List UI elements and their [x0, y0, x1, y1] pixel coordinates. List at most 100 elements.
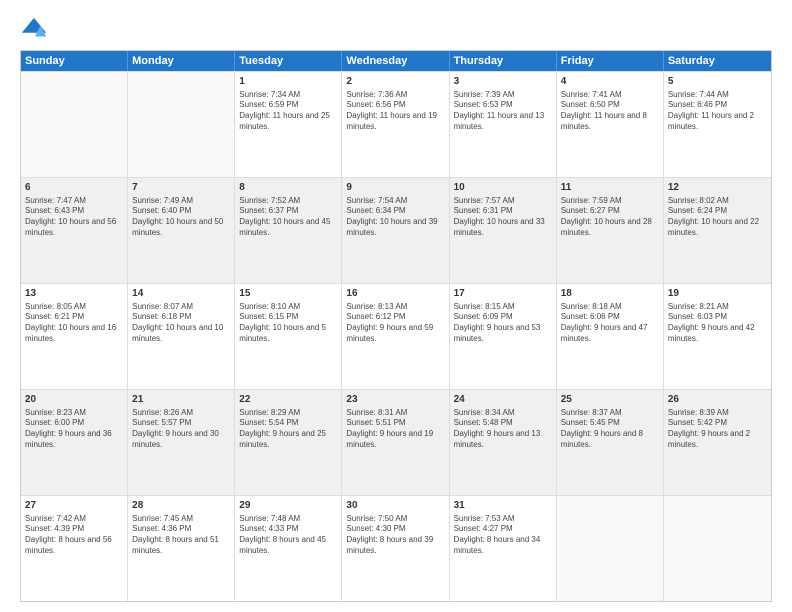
logo: [20, 16, 50, 44]
cell-text: Sunrise: 8:34 AM: [454, 408, 552, 419]
cal-cell: [664, 496, 771, 601]
cell-text: Daylight: 10 hours and 45 minutes.: [239, 217, 337, 239]
cal-cell: 22Sunrise: 8:29 AMSunset: 5:54 PMDayligh…: [235, 390, 342, 495]
day-number: 21: [132, 393, 230, 407]
cell-text: Sunset: 6:34 PM: [346, 206, 444, 217]
cell-text: Daylight: 8 hours and 39 minutes.: [346, 535, 444, 557]
cell-text: Sunset: 6:03 PM: [668, 312, 767, 323]
cal-cell: 5Sunrise: 7:44 AMSunset: 6:46 PMDaylight…: [664, 72, 771, 177]
cell-text: Daylight: 11 hours and 13 minutes.: [454, 111, 552, 133]
cell-text: Sunrise: 8:10 AM: [239, 302, 337, 313]
day-number: 27: [25, 499, 123, 513]
cell-text: Sunset: 5:57 PM: [132, 418, 230, 429]
cell-text: Sunrise: 7:42 AM: [25, 514, 123, 525]
cal-cell: 17Sunrise: 8:15 AMSunset: 6:09 PMDayligh…: [450, 284, 557, 389]
cell-text: Daylight: 9 hours and 59 minutes.: [346, 323, 444, 345]
cal-header-day: Sunday: [21, 51, 128, 71]
day-number: 6: [25, 181, 123, 195]
cell-text: Daylight: 10 hours and 5 minutes.: [239, 323, 337, 345]
cell-text: Daylight: 9 hours and 53 minutes.: [454, 323, 552, 345]
day-number: 9: [346, 181, 444, 195]
cal-cell: 26Sunrise: 8:39 AMSunset: 5:42 PMDayligh…: [664, 390, 771, 495]
day-number: 5: [668, 75, 767, 89]
day-number: 23: [346, 393, 444, 407]
cell-text: Sunset: 6:43 PM: [25, 206, 123, 217]
cell-text: Sunset: 6:12 PM: [346, 312, 444, 323]
cal-cell: 9Sunrise: 7:54 AMSunset: 6:34 PMDaylight…: [342, 178, 449, 283]
cal-week: 1Sunrise: 7:34 AMSunset: 6:59 PMDaylight…: [21, 71, 771, 177]
cell-text: Sunrise: 7:39 AM: [454, 90, 552, 101]
cell-text: Daylight: 9 hours and 47 minutes.: [561, 323, 659, 345]
cell-text: Sunrise: 7:49 AM: [132, 196, 230, 207]
cal-cell: 24Sunrise: 8:34 AMSunset: 5:48 PMDayligh…: [450, 390, 557, 495]
cell-text: Daylight: 10 hours and 22 minutes.: [668, 217, 767, 239]
cell-text: Daylight: 10 hours and 10 minutes.: [132, 323, 230, 345]
cell-text: Sunrise: 7:44 AM: [668, 90, 767, 101]
cal-cell: 20Sunrise: 8:23 AMSunset: 6:00 PMDayligh…: [21, 390, 128, 495]
cell-text: Sunset: 6:56 PM: [346, 100, 444, 111]
cal-cell: 21Sunrise: 8:26 AMSunset: 5:57 PMDayligh…: [128, 390, 235, 495]
cal-cell: 15Sunrise: 8:10 AMSunset: 6:15 PMDayligh…: [235, 284, 342, 389]
day-number: 31: [454, 499, 552, 513]
cell-text: Daylight: 11 hours and 25 minutes.: [239, 111, 337, 133]
cell-text: Sunset: 5:45 PM: [561, 418, 659, 429]
cell-text: Sunset: 6:24 PM: [668, 206, 767, 217]
cal-cell: 27Sunrise: 7:42 AMSunset: 4:39 PMDayligh…: [21, 496, 128, 601]
calendar-body: 1Sunrise: 7:34 AMSunset: 6:59 PMDaylight…: [21, 71, 771, 601]
day-number: 20: [25, 393, 123, 407]
cal-week: 27Sunrise: 7:42 AMSunset: 4:39 PMDayligh…: [21, 495, 771, 601]
cell-text: Sunrise: 8:39 AM: [668, 408, 767, 419]
cell-text: Daylight: 9 hours and 42 minutes.: [668, 323, 767, 345]
cell-text: Sunrise: 7:36 AM: [346, 90, 444, 101]
cell-text: Sunset: 6:27 PM: [561, 206, 659, 217]
page: SundayMondayTuesdayWednesdayThursdayFrid…: [0, 0, 792, 612]
day-number: 18: [561, 287, 659, 301]
cell-text: Sunrise: 8:13 AM: [346, 302, 444, 313]
cal-cell: 25Sunrise: 8:37 AMSunset: 5:45 PMDayligh…: [557, 390, 664, 495]
cal-header-day: Monday: [128, 51, 235, 71]
cell-text: Daylight: 11 hours and 19 minutes.: [346, 111, 444, 133]
cell-text: Sunrise: 7:53 AM: [454, 514, 552, 525]
cal-cell: 29Sunrise: 7:48 AMSunset: 4:33 PMDayligh…: [235, 496, 342, 601]
cell-text: Sunrise: 7:34 AM: [239, 90, 337, 101]
cell-text: Sunset: 4:33 PM: [239, 524, 337, 535]
day-number: 30: [346, 499, 444, 513]
cell-text: Sunset: 5:42 PM: [668, 418, 767, 429]
cal-week: 20Sunrise: 8:23 AMSunset: 6:00 PMDayligh…: [21, 389, 771, 495]
cell-text: Daylight: 9 hours and 19 minutes.: [346, 429, 444, 451]
cell-text: Sunrise: 8:18 AM: [561, 302, 659, 313]
cell-text: Sunrise: 8:21 AM: [668, 302, 767, 313]
day-number: 24: [454, 393, 552, 407]
day-number: 10: [454, 181, 552, 195]
cell-text: Sunset: 6:50 PM: [561, 100, 659, 111]
cell-text: Sunrise: 7:45 AM: [132, 514, 230, 525]
cal-cell: 16Sunrise: 8:13 AMSunset: 6:12 PMDayligh…: [342, 284, 449, 389]
cell-text: Sunset: 4:39 PM: [25, 524, 123, 535]
header: [20, 16, 772, 44]
cal-week: 13Sunrise: 8:05 AMSunset: 6:21 PMDayligh…: [21, 283, 771, 389]
cal-cell: [557, 496, 664, 601]
calendar: SundayMondayTuesdayWednesdayThursdayFrid…: [20, 50, 772, 602]
cell-text: Sunrise: 7:57 AM: [454, 196, 552, 207]
cell-text: Sunrise: 7:50 AM: [346, 514, 444, 525]
cell-text: Sunrise: 7:54 AM: [346, 196, 444, 207]
cal-cell: 11Sunrise: 7:59 AMSunset: 6:27 PMDayligh…: [557, 178, 664, 283]
cal-cell: 1Sunrise: 7:34 AMSunset: 6:59 PMDaylight…: [235, 72, 342, 177]
day-number: 17: [454, 287, 552, 301]
cell-text: Daylight: 11 hours and 2 minutes.: [668, 111, 767, 133]
cell-text: Daylight: 10 hours and 50 minutes.: [132, 217, 230, 239]
cell-text: Sunset: 5:51 PM: [346, 418, 444, 429]
day-number: 3: [454, 75, 552, 89]
cell-text: Sunrise: 8:05 AM: [25, 302, 123, 313]
day-number: 1: [239, 75, 337, 89]
day-number: 12: [668, 181, 767, 195]
cell-text: Daylight: 10 hours and 16 minutes.: [25, 323, 123, 345]
cell-text: Daylight: 8 hours and 51 minutes.: [132, 535, 230, 557]
cal-cell: 10Sunrise: 7:57 AMSunset: 6:31 PMDayligh…: [450, 178, 557, 283]
cell-text: Daylight: 10 hours and 33 minutes.: [454, 217, 552, 239]
cell-text: Daylight: 8 hours and 56 minutes.: [25, 535, 123, 557]
logo-icon: [20, 16, 48, 44]
cell-text: Sunset: 5:48 PM: [454, 418, 552, 429]
cal-cell: 19Sunrise: 8:21 AMSunset: 6:03 PMDayligh…: [664, 284, 771, 389]
cal-cell: 8Sunrise: 7:52 AMSunset: 6:37 PMDaylight…: [235, 178, 342, 283]
